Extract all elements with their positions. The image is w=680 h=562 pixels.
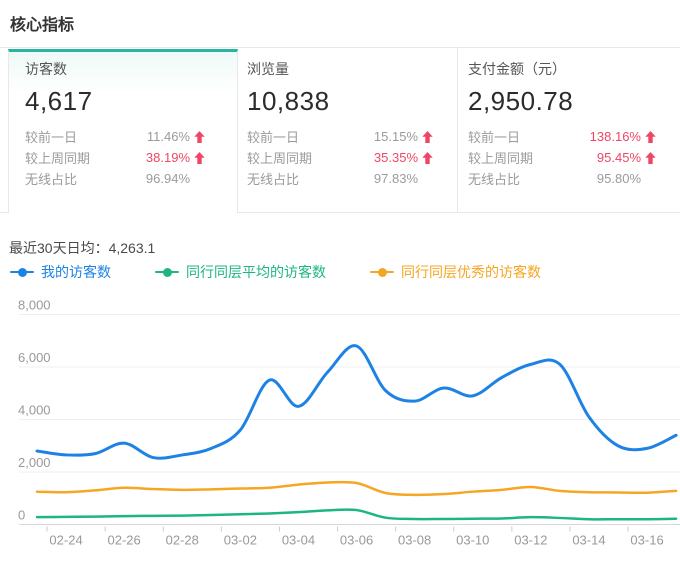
up-arrow-icon [422, 131, 433, 143]
svg-text:8,000: 8,000 [18, 298, 51, 313]
trend-chart: 0 2,000 4,000 6,000 8,000 02-24 02-26 02-28 03-0… [0, 290, 680, 562]
row-value: 97.83% [374, 171, 418, 186]
legend-line-dot-icon [155, 265, 179, 279]
tab-visitors[interactable]: 访客数 4,617 较前一日 11.46% 较上周同期 38.19% 无线占比 … [25, 60, 205, 189]
tab-pageviews[interactable]: 浏览量 10,838 较前一日 15.15% 较上周同期 35.35% 无线占比… [247, 60, 433, 189]
svg-text:03-08: 03-08 [398, 533, 431, 548]
svg-text:2,000: 2,000 [18, 455, 51, 470]
svg-text:03-16: 03-16 [630, 533, 663, 548]
metric-row: 较上周同期 95.45% [468, 147, 656, 168]
legend-label: 我的访客数 [41, 262, 111, 282]
legend-label: 同行同层平均的访客数 [186, 262, 326, 282]
metric-value-visitors: 4,617 [25, 86, 205, 116]
metric-row: 较前一日 15.15% [247, 126, 433, 147]
row-label: 无线占比 [25, 169, 77, 188]
row-label: 较前一日 [25, 127, 77, 146]
tab-strip-top-border [0, 47, 680, 48]
row-value: 15.15% [374, 129, 418, 144]
row-value: 11.46% [147, 129, 190, 144]
metric-row: 较前一日 11.46% [25, 126, 205, 147]
metric-row: 无线占比 95.80% [468, 168, 656, 189]
row-label: 较上周同期 [247, 148, 312, 167]
metric-label-payment: 支付金额（元） [468, 60, 656, 78]
row-value: 38.19% [146, 150, 190, 165]
page-title: 核心指标 [10, 11, 74, 35]
row-value: 95.45% [597, 150, 641, 165]
metric-value-pageviews: 10,838 [247, 86, 433, 116]
row-value: 96.94% [146, 171, 190, 186]
svg-text:03-14: 03-14 [572, 533, 605, 548]
row-value: 138.16% [590, 129, 641, 144]
svg-text:02-24: 02-24 [49, 533, 82, 548]
row-label: 无线占比 [247, 169, 299, 188]
legend-line-dot-icon [370, 265, 394, 279]
metric-label-pageviews: 浏览量 [247, 60, 433, 78]
metric-row: 较前一日 138.16% [468, 126, 656, 147]
metric-row: 无线占比 97.83% [247, 168, 433, 189]
tab-divider [457, 48, 458, 213]
svg-text:6,000: 6,000 [18, 350, 51, 365]
svg-text:03-06: 03-06 [340, 533, 373, 548]
svg-text:02-28: 02-28 [166, 533, 199, 548]
svg-text:4,000: 4,000 [18, 403, 51, 418]
up-arrow-icon [422, 152, 433, 164]
svg-text:02-26: 02-26 [108, 533, 141, 548]
chart-legend: 我的访客数 同行同层平均的访客数 同行同层优秀的访客数 [10, 262, 541, 282]
svg-text:0: 0 [18, 508, 25, 523]
metric-row: 较上周同期 35.35% [247, 147, 433, 168]
legend-line-dot-icon [10, 265, 34, 279]
row-label: 较前一日 [247, 127, 299, 146]
trend-chart-svg: 0 2,000 4,000 6,000 8,000 02-24 02-26 02-28 03-0… [0, 290, 680, 562]
metric-row: 较上周同期 38.19% [25, 147, 205, 168]
dashboard-panel: 核心指标 访客数 4,617 较前一日 11.46% 较上周同期 38.19% … [0, 0, 680, 562]
legend-item-peer-average[interactable]: 同行同层平均的访客数 [155, 262, 326, 282]
legend-item-my-visitors[interactable]: 我的访客数 [10, 262, 111, 282]
svg-text:03-02: 03-02 [224, 533, 257, 548]
up-arrow-icon [645, 131, 656, 143]
up-arrow-icon [194, 131, 205, 143]
up-arrow-icon [194, 152, 205, 164]
row-label: 无线占比 [468, 169, 520, 188]
metric-value-payment: 2,950.78 [468, 86, 656, 116]
up-arrow-icon [645, 152, 656, 164]
row-label: 较上周同期 [468, 148, 533, 167]
thirty-day-average-text: 最近30天日均：4,263.1 [9, 238, 155, 258]
row-value: 35.35% [374, 150, 418, 165]
svg-text:03-12: 03-12 [514, 533, 547, 548]
legend-item-peer-excellent[interactable]: 同行同层优秀的访客数 [370, 262, 541, 282]
row-value: 95.80% [597, 171, 641, 186]
tab-payment[interactable]: 支付金额（元） 2,950.78 较前一日 138.16% 较上周同期 95.4… [468, 60, 656, 189]
svg-text:03-04: 03-04 [282, 533, 315, 548]
row-label: 较前一日 [468, 127, 520, 146]
legend-label: 同行同层优秀的访客数 [401, 262, 541, 282]
row-label: 较上周同期 [25, 148, 90, 167]
metric-row: 无线占比 96.94% [25, 168, 205, 189]
metric-label-visitors: 访客数 [25, 60, 205, 78]
svg-text:03-10: 03-10 [456, 533, 489, 548]
